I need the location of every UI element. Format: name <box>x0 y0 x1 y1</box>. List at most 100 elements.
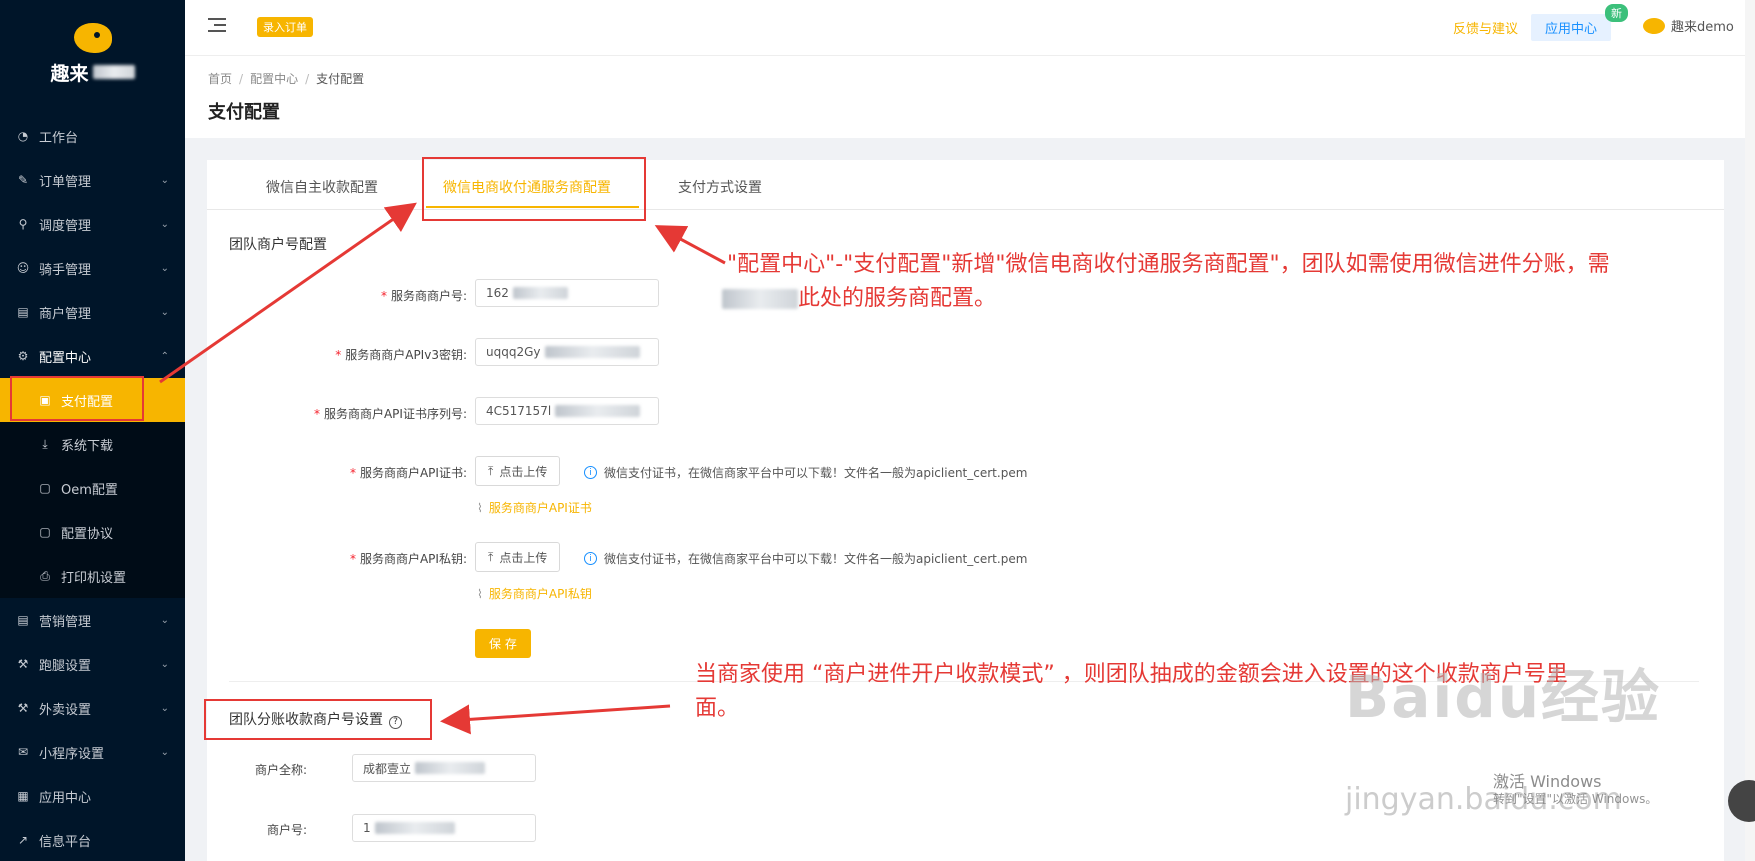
upload-key-button[interactable]: ⤒ 点击上传 <box>475 542 561 572</box>
apiv3-key-input[interactable]: uqqq2Gy <box>475 338 659 366</box>
enter-order-button[interactable]: 录入订单 <box>257 17 313 37</box>
sidebar-item-label: 配置协议 <box>61 526 114 542</box>
user-menu[interactable]: 趣来demo <box>1643 16 1734 35</box>
field-label-api-cert: * 服务商商户API证书: <box>349 466 467 480</box>
sidebar-item-errand[interactable]: ⚒ 跑腿设置 ⌄ <box>0 642 185 686</box>
username: 趣来demo <box>1671 20 1734 35</box>
annotation-box-section <box>204 699 432 740</box>
upload-cert-button[interactable]: ⤒ 点击上传 <box>475 456 561 486</box>
sidebar-item-label: 打印机设置 <box>61 570 127 586</box>
redacted-brand <box>92 65 135 79</box>
sidebar-item-takeout[interactable]: ⚒ 外卖设置 ⌄ <box>0 686 185 730</box>
sidebar-item-label: Oem配置 <box>61 482 118 498</box>
menu-toggle-icon[interactable] <box>208 18 226 34</box>
sidebar-item-system-download[interactable]: ⤓ 系统下载 <box>0 422 185 466</box>
sidebar-item-orders[interactable]: ✎ 订单管理 ⌄ <box>0 158 185 202</box>
sidebar-item-dispatch[interactable]: ⚲ 调度管理 ⌄ <box>0 202 185 246</box>
save-button[interactable]: 保 存 <box>475 629 531 658</box>
key-hint: i 微信支付证书，在微信商家平台中可以下载！文件名一般为apiclient_cer… <box>584 550 1027 567</box>
annotation-bottom-line2: 面。 <box>695 696 740 721</box>
cert-hint: i 微信支付证书，在微信商家平台中可以下载！文件名一般为apiclient_cer… <box>584 464 1027 481</box>
sidebar-item-dashboard[interactable]: ◔ 工作台 <box>0 114 185 158</box>
merchant-no-input[interactable]: 1 <box>352 814 536 842</box>
merchant-id-input[interactable]: 162 <box>475 279 659 307</box>
annotation-box-sidebar <box>10 376 144 421</box>
rider-icon: ☺ <box>16 261 30 275</box>
sidebar: 趣来 ◔ 工作台 ✎ 订单管理 ⌄ ⚲ 调度管理 ⌄ ☺ 骑手管理 ⌄ ▤ 商户管理 ⌄ ⚙ 配置中… <box>0 0 185 861</box>
marketing-icon: ▤ <box>17 613 29 627</box>
field-label-merchant-no: 商户号: <box>266 823 307 837</box>
floating-button[interactable] <box>1728 780 1755 822</box>
field-label-cert-serial: * 服务商商户API证书序列号: <box>313 407 467 421</box>
sidebar-item-marketing[interactable]: ▤ 营销管理 ⌄ <box>0 598 185 642</box>
sidebar-item-protocol[interactable]: ▢ 配置协议 <box>0 510 185 554</box>
edit-icon: ✎ <box>17 173 29 187</box>
sidebar-item-printer[interactable]: ⎙ 打印机设置 <box>0 554 185 598</box>
sidebar-item-label: 营销管理 <box>39 614 92 630</box>
scrollbar[interactable] <box>1745 0 1755 861</box>
merchant-name-input[interactable]: 成都壹立 <box>352 754 536 782</box>
top-bar: 录入订单 反馈与建议 应用中心 新 趣来demo <box>185 0 1755 56</box>
breadcrumb-config[interactable]: 配置中心 <box>250 72 298 86</box>
chevron-up-icon: ⌃ <box>160 350 169 362</box>
windows-activation-sub: 转到"设置"以激活 Windows。 <box>1493 792 1658 806</box>
download-icon: ⤓ <box>42 436 48 451</box>
new-badge: 新 <box>1605 4 1628 22</box>
cert-serial-input[interactable]: 4C517157l <box>475 397 659 425</box>
field-label-apiv3-key: * 服务商商户APIv3密钥: <box>335 348 467 362</box>
feedback-link[interactable]: 反馈与建议 <box>1453 18 1518 37</box>
logo-icon <box>73 22 112 53</box>
sidebar-item-label: 应用中心 <box>39 790 92 806</box>
wechat-icon: ✉ <box>17 745 29 759</box>
sidebar-item-label: 小程序设置 <box>39 746 105 762</box>
file-icon: ▢ <box>39 481 51 495</box>
chart-icon: ↗ <box>17 833 29 847</box>
sidebar-item-label: 跑腿设置 <box>39 658 92 674</box>
dashboard-icon: ◔ <box>17 129 29 143</box>
chevron-down-icon: ⌄ <box>160 306 169 318</box>
tab-wechat-self[interactable]: 微信自主收款配置 <box>266 177 378 197</box>
breadcrumb-home[interactable]: 首页 <box>208 72 232 86</box>
printer-icon: ⎙ <box>40 568 50 583</box>
sidebar-item-label: 骑手管理 <box>39 262 92 278</box>
app-icon: ▦ <box>17 789 29 803</box>
chevron-down-icon: ⌄ <box>160 658 169 670</box>
key-file-link[interactable]: ⌇ 服务商商户API私钥 <box>477 585 592 602</box>
page-header: 首页 / 配置中心 / 支付配置 支付配置 <box>185 56 1755 138</box>
sidebar-item-label: 订单管理 <box>39 174 92 190</box>
file-icon: ▢ <box>39 525 51 539</box>
sidebar-item-oem[interactable]: ▢ Oem配置 <box>0 466 185 510</box>
paperclip-icon: ⌇ <box>477 500 483 515</box>
chevron-down-icon: ⌄ <box>160 614 169 626</box>
app-center-button[interactable]: 应用中心 <box>1531 14 1612 41</box>
baidu-watermark: Baidu经验 <box>1345 663 1662 731</box>
brand-name: 趣来 <box>50 62 89 85</box>
upload-icon: ⤒ <box>488 463 494 478</box>
field-label-api-key: * 服务商商户API私钥: <box>349 552 467 566</box>
sidebar-item-label: 外卖设置 <box>39 702 92 718</box>
sidebar-item-app-center[interactable]: ▦ 应用中心 <box>0 774 185 818</box>
sidebar-item-merchants[interactable]: ▤ 商户管理 ⌄ <box>0 290 185 334</box>
sidebar-menu: ◔ 工作台 ✎ 订单管理 ⌄ ⚲ 调度管理 ⌄ ☺ 骑手管理 ⌄ ▤ 商户管理 ⌄ ⚙ 配置中心 ⌃ … <box>0 114 185 861</box>
annotation-top-line2: 此处的服务商配置。 <box>722 284 996 314</box>
breadcrumb: 首页 / 配置中心 / 支付配置 <box>208 72 365 86</box>
paperclip-icon: ⌇ <box>477 586 483 601</box>
chevron-down-icon: ⌄ <box>160 218 169 230</box>
chevron-down-icon: ⌄ <box>160 702 169 714</box>
annotation-box-tab <box>422 157 646 221</box>
gear-icon: ⚙ <box>17 349 29 363</box>
sidebar-item-riders[interactable]: ☺ 骑手管理 ⌄ <box>0 246 185 290</box>
sidebar-item-config[interactable]: ⚙ 配置中心 ⌃ <box>0 334 185 378</box>
chevron-down-icon: ⌄ <box>160 746 169 758</box>
logo: 趣来 <box>0 0 185 108</box>
tab-payment-methods[interactable]: 支付方式设置 <box>678 177 762 197</box>
store-icon: ▤ <box>17 305 29 319</box>
chevron-down-icon: ⌄ <box>160 262 169 274</box>
cert-file-link[interactable]: ⌇ 服务商商户API证书 <box>477 499 592 516</box>
breadcrumb-current: 支付配置 <box>316 72 365 86</box>
chevron-down-icon: ⌄ <box>160 174 169 186</box>
sidebar-item-label: 系统下载 <box>61 438 114 454</box>
user-icon: ⚲ <box>18 217 28 231</box>
avatar <box>1643 17 1665 34</box>
field-label-merchant-id: * 服务商商户号: <box>380 289 467 303</box>
